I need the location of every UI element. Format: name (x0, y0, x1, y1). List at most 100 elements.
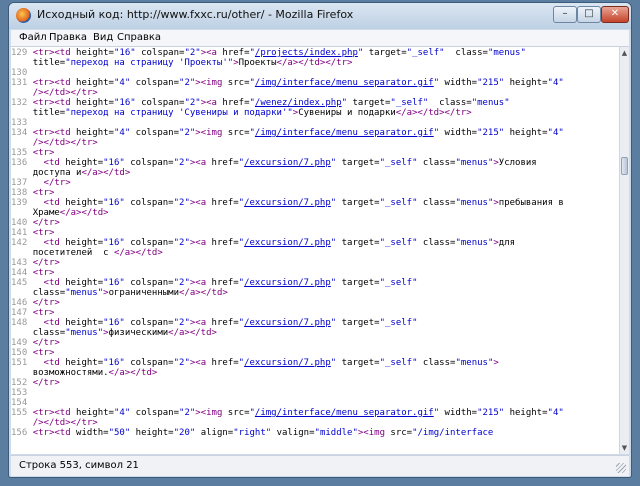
code-token: colspan= (135, 48, 185, 58)
scroll-up-arrow-icon[interactable]: ▲ (620, 47, 629, 59)
code-token: "menus" (455, 358, 494, 368)
code-token: физическими (108, 328, 169, 338)
code-line: 156 <tr><td width="50" height="20" align… (11, 428, 619, 438)
code-token: target= (336, 238, 380, 248)
code-token: height= (70, 128, 114, 138)
line-number: 137 (11, 178, 33, 188)
code-token: <tr><td (32, 78, 71, 88)
line-number (11, 88, 33, 98)
source-link[interactable]: /excursion/7.php (244, 198, 331, 208)
menu-edit[interactable]: Правка (49, 32, 87, 43)
code-token: target= (336, 198, 380, 208)
source-link[interactable]: /img/interface/menu_separator.gif (255, 408, 434, 418)
code-line: 141 <tr> (11, 228, 619, 238)
source-link[interactable]: /projects/index.php (255, 48, 358, 58)
close-button[interactable]: ✕ (601, 6, 629, 23)
code-token: class= (428, 98, 472, 108)
title-bar[interactable]: Исходный код: http://www.fxxc.ru/other/ … (9, 3, 631, 29)
scrollbar-thumb[interactable] (621, 157, 628, 175)
code-token: </a></td> (108, 368, 158, 378)
line-number (11, 108, 33, 118)
code-token: width= (70, 428, 109, 438)
line-number: 148 (11, 318, 33, 328)
resize-grip-icon[interactable] (616, 463, 626, 473)
code-token: "_self" (390, 98, 429, 108)
code-token: "215" (477, 408, 505, 418)
code-token: height= (59, 278, 104, 288)
code-token: "4" (547, 408, 564, 418)
code-line: 139 <td height="16" colspan="2"><a href=… (11, 198, 619, 208)
code-token: target= (336, 158, 380, 168)
code-token: ><a (200, 98, 217, 108)
code-token: height= (59, 198, 104, 208)
code-token: </tr> (32, 178, 71, 188)
line-number: 136 (11, 158, 33, 168)
code-token: ><img (195, 408, 223, 418)
code-line: возможностями.</a></td> (11, 368, 619, 378)
line-number: 154 (11, 398, 33, 408)
source-link[interactable]: /excursion/7.php (244, 318, 331, 328)
source-code-view[interactable]: 129 <tr><td height="16" colspan="2"><a h… (11, 47, 619, 454)
line-number: 143 (11, 258, 33, 268)
code-token: "16" (103, 158, 125, 168)
code-token: "_self" (406, 48, 445, 58)
source-link[interactable]: /excursion/7.php (244, 358, 331, 368)
code-token: "2" (173, 318, 190, 328)
code-token: "_self" (379, 358, 418, 368)
code-token: "16" (103, 238, 125, 248)
code-token: colspan= (124, 318, 174, 328)
code-token: "2" (173, 158, 190, 168)
menu-view[interactable]: Вид (93, 32, 113, 43)
source-link[interactable]: /excursion/7.php (244, 238, 331, 248)
line-number: 151 (11, 358, 33, 368)
code-token: "_self" (379, 238, 418, 248)
code-token: class= (417, 358, 456, 368)
code-token: <td (32, 358, 60, 368)
line-number: 132 (11, 98, 33, 108)
line-number: 144 (11, 268, 33, 278)
code-token: href= (216, 98, 250, 108)
code-token: </a></td></tr> (395, 108, 472, 118)
source-link[interactable]: /wenez/index.php (255, 98, 342, 108)
code-token: href= (206, 158, 239, 168)
code-token: <td (32, 278, 60, 288)
code-line: 148 <td height="16" colspan="2"><a href=… (11, 318, 619, 328)
code-token: "4" (547, 78, 564, 88)
code-token: colspan= (124, 238, 174, 248)
source-link[interactable]: /img/interface/menu_separator.gif (255, 78, 434, 88)
line-number: 130 (11, 68, 33, 78)
line-number: 153 (11, 388, 33, 398)
code-token: colspan= (130, 128, 180, 138)
source-link[interactable]: /excursion/7.php (244, 158, 331, 168)
code-token: </a></td> (113, 248, 163, 258)
vertical-scrollbar[interactable]: ▲ ▼ (619, 47, 629, 454)
code-token: "2" (179, 408, 196, 418)
menu-file[interactable]: Файл (19, 32, 47, 43)
code-token: "_self" (379, 158, 418, 168)
code-token: height= (59, 318, 104, 328)
code-token: ><a (189, 358, 207, 368)
line-number: 149 (11, 338, 33, 348)
code-token: <tr> (32, 188, 55, 198)
code-line: 137 </tr> (11, 178, 619, 188)
code-token: "menus" (65, 288, 104, 298)
code-token: target= (336, 278, 380, 288)
code-token: "_self" (379, 318, 418, 328)
minimize-button[interactable]: – (553, 6, 577, 23)
code-token: "2" (184, 98, 201, 108)
menu-bar: Файл Правка Вид Справка (11, 30, 629, 47)
scroll-down-arrow-icon[interactable]: ▼ (620, 442, 629, 454)
source-link[interactable]: /img/interface/menu_separator.gif (255, 128, 434, 138)
code-token: src= (222, 408, 250, 418)
menu-help[interactable]: Справка (117, 32, 161, 43)
line-number: 140 (11, 218, 33, 228)
code-line: посетителей с </a></td> (11, 248, 619, 258)
source-link[interactable]: /excursion/7.php (244, 278, 331, 288)
code-line: 147 <tr> (11, 308, 619, 318)
code-line: 155 <tr><td height="4" colspan="2"><img … (11, 408, 619, 418)
code-token: ><img (195, 128, 223, 138)
code-line: 140 </tr> (11, 218, 619, 228)
code-token: src= (222, 78, 250, 88)
maximize-button[interactable]: □ (577, 6, 601, 23)
line-number (11, 168, 33, 178)
